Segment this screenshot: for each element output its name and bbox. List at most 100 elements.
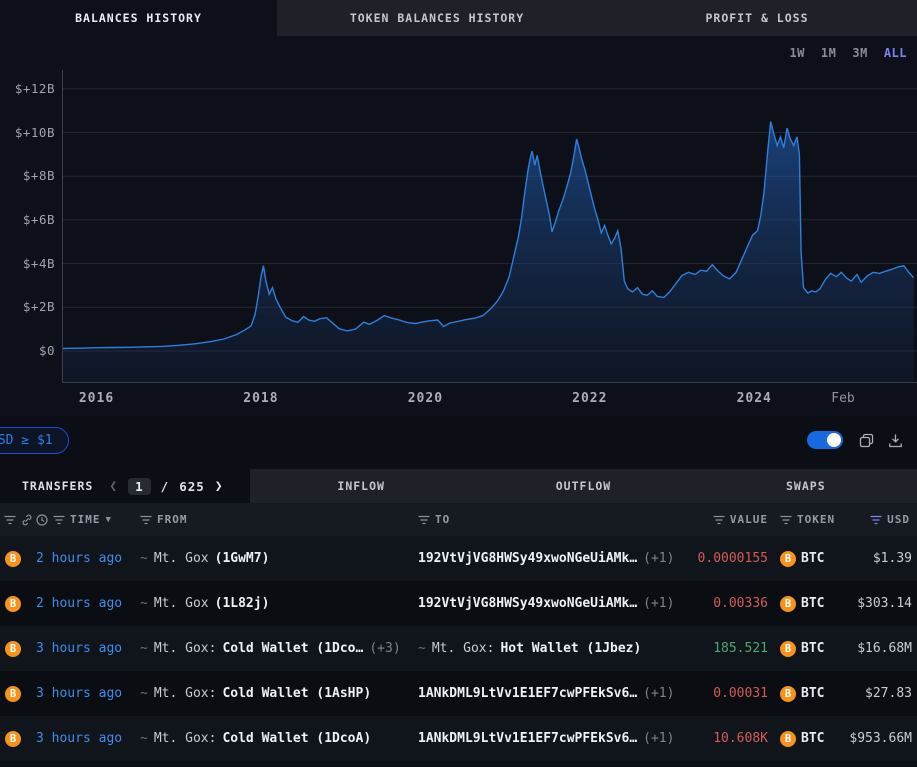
tab-profit-loss[interactable]: PROFIT & LOSS [597,0,917,36]
token-symbol: BTC [801,641,824,656]
chevron-down-icon[interactable]: ▼ [106,515,112,525]
to-label: 1ANkDML9LtVv1E1EF7cwPFEkSv6… [418,731,637,746]
tx-time-link[interactable]: 3 hours ago [36,731,140,746]
btc-icon: B [780,641,796,657]
tx-time-link[interactable]: 3 hours ago [36,641,140,656]
chart-toggle-switch[interactable] [807,431,843,449]
range-1m-button[interactable]: 1M [821,46,836,60]
y-tick-label: $+12B [0,81,55,96]
row-asset-cell: B [0,731,36,747]
to-cell[interactable]: 1ANkDML9LtVv1E1EF7cwPFEkSv6… (+1) [418,731,680,746]
page-prev-icon[interactable]: ❮ [109,479,118,494]
balances-chart-section: 1W 1M 3M ALL $+12B$+10B$+8B$+6B$+4B$+2B$… [0,36,917,415]
to-name: Mt. Gox: [432,641,495,656]
to-cell[interactable]: ~Mt. Gox:Hot Wallet (1Jbez) [418,641,680,656]
x-tick-label: 2022 [572,391,607,406]
from-cell[interactable]: ~Mt. Gox:Cold Wallet (1Dco…(+3) [140,641,418,656]
tab-outflow[interactable]: OUTFLOW [472,469,694,503]
tx-token-cell: B BTC [768,551,838,567]
filter-icon[interactable] [140,515,152,525]
token-symbol: BTC [801,731,824,746]
copy-icon [859,433,874,448]
link-icon[interactable] [21,514,33,526]
x-tick-label: 2016 [79,391,114,406]
tx-token-cell: BBTC [768,686,838,702]
range-all-button[interactable]: ALL [884,46,907,60]
x-tick-label: 2024 [737,391,772,406]
tx-value: 0.00031 [680,686,768,701]
from-cell[interactable]: ~Mt. Gox(1L82j) [140,596,418,611]
chart-canvas [0,70,917,383]
range-3m-button[interactable]: 3M [852,46,867,60]
column-from[interactable]: FROM [157,513,188,526]
from-cell[interactable]: ~Mt. Gox:Cold Wallet (1DcoA) [140,731,418,746]
column-value[interactable]: VALUE [730,513,768,526]
filter-icon[interactable] [713,515,725,525]
transfers-table: B2 hours ago~Mt. Gox(1GwM7)192VtVjVG8HWS… [0,536,917,761]
to-cell[interactable]: 1ANkDML9LtVv1E1EF7cwPFEkSv6…(+1) [418,686,680,701]
table-row[interactable]: B 2 hours ago~Mt. Gox(1L82j)192VtVjVG8HWS… [0,581,917,626]
clock-icon[interactable] [36,514,48,526]
to-cell[interactable]: 192VtVjVG8HWSy49xwoNGeUiAMk…(+1) [418,596,680,611]
btc-icon: B [5,686,21,702]
btc-icon: B [5,596,21,612]
tx-time-link[interactable]: 2 hours ago [36,551,140,566]
tx-time-link[interactable]: 3 hours ago [36,686,140,701]
tx-value: 10.608K [680,731,768,746]
tx-token-cell: BBTC [768,596,838,612]
table-row[interactable]: B 3 hours ago~Mt. Gox:Cold Wallet (1AsHP)… [0,671,917,716]
to-extra: (+1) [643,686,674,701]
token-symbol: BTC [801,551,824,566]
tab-inflow[interactable]: INFLOW [250,469,472,503]
tab-swaps[interactable]: SWAPS [695,469,917,503]
copy-button[interactable] [859,433,874,448]
column-time[interactable]: TIME [70,513,101,526]
from-cell[interactable]: ~Mt. Gox(1GwM7) [140,551,418,566]
tx-value: 0.00336 [680,596,768,611]
range-1w-button[interactable]: 1W [789,46,804,60]
y-tick-label: $+6B [0,212,55,227]
from-label: (1L82j) [215,596,270,611]
table-row[interactable]: B3 hours ago~Mt. Gox:Cold Wallet (1Dco…(… [0,626,917,671]
x-tick-label: 2020 [408,391,443,406]
usd-threshold-filter-chip[interactable]: USD ≥ $1 [0,427,69,454]
filter-icon-active[interactable] [870,515,882,525]
page-next-icon[interactable]: ❯ [215,479,224,494]
toggle-knob [827,433,841,447]
table-row[interactable]: B 3 hours ago~Mt. Gox:Cold Wallet (1DcoA)… [0,716,917,761]
tab-balances-history[interactable]: BALANCES HISTORY [0,0,277,36]
page-separator: / [161,479,170,494]
page-total: 625 [179,479,205,494]
column-token[interactable]: TOKEN [797,513,835,526]
filter-icon[interactable] [4,515,16,525]
to-extra: (+1) [643,731,674,746]
x-tick-label: 2018 [243,391,278,406]
y-tick-label: $+8B [0,168,55,183]
from-label: Cold Wallet (1AsHP) [222,686,371,701]
btc-icon: B [780,551,796,567]
filter-icon[interactable] [53,515,65,525]
btc-icon: B [5,731,21,747]
filter-icon[interactable] [418,515,430,525]
x-tick-label: Feb [831,391,854,406]
filter-icon[interactable] [780,515,792,525]
btc-icon: B [780,731,796,747]
tab-token-balances-history[interactable]: TOKEN BALANCES HISTORY [277,0,597,36]
x-axis-labels: 2016 2018 2020 2022 2024 Feb [0,383,917,415]
column-to[interactable]: TO [435,513,450,526]
tx-usd-value: $953.66M [838,731,912,746]
entity-icon: ~ [140,641,148,656]
balance-history-chart[interactable]: $+12B$+10B$+8B$+6B$+4B$+2B$0 [0,70,917,383]
token-symbol: BTC [801,596,824,611]
column-usd[interactable]: USD [887,513,910,526]
to-cell[interactable]: 192VtVjVG8HWSy49xwoNGeUiAMk…(+1) [418,551,680,566]
tx-time-link[interactable]: 2 hours ago [36,596,140,611]
chart-controls-row: USD ≥ $1 [0,415,917,465]
download-button[interactable] [888,433,903,448]
download-icon [888,433,903,448]
table-row[interactable]: B 2 hours ago~Mt. Gox(1GwM7)192VtVjVG8HWS… [0,536,917,581]
from-extra: (+3) [369,641,400,656]
from-cell[interactable]: ~Mt. Gox:Cold Wallet (1AsHP) [140,686,418,701]
row-asset-cell: B [0,641,36,657]
tab-transfers[interactable]: TRANSFERS ❮ 1 / 625 ❯ [0,469,250,503]
